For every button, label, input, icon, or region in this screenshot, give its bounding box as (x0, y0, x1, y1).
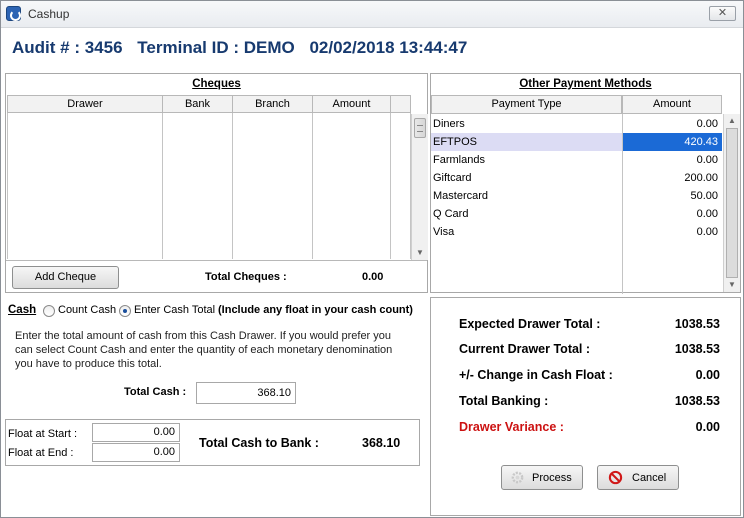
float-end-label: Float at End : (8, 447, 74, 459)
cash-to-bank-label: Total Cash to Bank : (199, 436, 319, 450)
cash-instructions: Enter the total amount of cash from this… (15, 329, 392, 371)
process-label: Process (532, 472, 572, 484)
column-header-drawer[interactable]: Drawer (7, 95, 163, 113)
column-header-amount[interactable]: Amount (312, 95, 391, 113)
column-header-payment-type[interactable]: Payment Type (431, 95, 622, 114)
scroll-down-icon[interactable]: ▼ (724, 278, 740, 292)
cancel-button[interactable]: Cancel (597, 465, 679, 490)
enter-cash-total-label[interactable]: Enter Cash Total (134, 304, 215, 316)
column-header-bank[interactable]: Bank (162, 95, 233, 113)
drawer-variance-value: 0.00 (695, 420, 720, 434)
payment-row-visa[interactable]: Visa 0.00 (431, 223, 722, 241)
cheques-table[interactable]: Drawer Bank Branch Amount (7, 95, 411, 259)
instruction-line: Enter the total amount of cash from this… (15, 330, 392, 342)
payment-type: Diners (433, 118, 465, 130)
current-drawer-total-value: 1038.53 (674, 342, 720, 356)
payment-type: Mastercard (433, 190, 489, 202)
payment-type: Visa (433, 226, 455, 238)
total-cash-input[interactable]: 368.10 (196, 382, 296, 404)
scroll-down-icon[interactable]: ▼ (412, 246, 428, 260)
payment-amount: 0.00 (696, 154, 718, 166)
column-header-spacer (390, 95, 411, 113)
change-in-float-value: 0.00 (695, 368, 720, 382)
payment-type: Giftcard (433, 172, 472, 184)
payment-amount: 0.00 (696, 208, 718, 220)
payment-amount: 0.00 (696, 226, 718, 238)
table-cell[interactable] (232, 112, 313, 259)
payments-scrollbar[interactable]: ▲ ▼ (723, 114, 740, 292)
window-title: Cashup (28, 7, 70, 21)
table-cell[interactable] (312, 112, 391, 259)
cash-label: Cash (8, 304, 37, 316)
column-header-branch[interactable]: Branch (232, 95, 313, 113)
drawer-variance-label: Drawer Variance : (459, 420, 564, 434)
payment-row-q-card[interactable]: Q Card 0.00 (431, 205, 722, 223)
payment-row-mastercard[interactable]: Mastercard 50.00 (431, 187, 722, 205)
float-panel: Float at Start : 0.00 Float at End : 0.0… (5, 419, 420, 466)
close-button[interactable]: ✕ (709, 6, 736, 21)
payment-row-diners[interactable]: Diners 0.00 (431, 115, 722, 133)
scroll-thumb[interactable] (414, 118, 426, 138)
payment-row-farmlands[interactable]: Farmlands 0.00 (431, 151, 722, 169)
cheques-scrollbar[interactable]: ▲ ▼ (411, 114, 428, 260)
cashup-window: Cashup ✕ Audit # : 3456 Terminal ID : DE… (0, 0, 744, 518)
float-start-input[interactable]: 0.00 (92, 423, 180, 442)
other-payments-title: Other Payment Methods (519, 78, 652, 90)
table-cell[interactable] (7, 112, 163, 259)
audit-datetime: 02/02/2018 13:44:47 (309, 38, 468, 57)
terminal-id: Terminal ID : DEMO (137, 38, 295, 57)
instruction-line: can select Count Cash and enter the quan… (15, 344, 393, 356)
scroll-thumb[interactable] (726, 128, 738, 278)
total-banking-value: 1038.53 (674, 394, 720, 408)
float-end-input[interactable]: 0.00 (92, 443, 180, 462)
column-header-amount[interactable]: Amount (622, 95, 722, 114)
expected-drawer-total-value: 1038.53 (674, 317, 720, 331)
count-cash-label[interactable]: Count Cash (58, 304, 116, 316)
table-cell (390, 112, 411, 259)
other-payments-panel: Other Payment Methods Payment Type Amoun… (430, 73, 741, 294)
change-in-float-label: +/- Change in Cash Float : (459, 368, 613, 382)
cancel-label: Cancel (632, 472, 667, 484)
payment-type: Q Card (433, 208, 469, 220)
payment-row-giftcard[interactable]: Giftcard 200.00 (431, 169, 722, 187)
divider (6, 260, 427, 261)
payment-amount: 50.00 (690, 190, 718, 202)
total-banking-label: Total Banking : (459, 394, 549, 408)
scroll-up-icon[interactable]: ▲ (724, 114, 740, 128)
expected-drawer-total-label: Expected Drawer Total : (459, 317, 601, 331)
title-bar[interactable]: Cashup ✕ (1, 1, 743, 28)
cash-to-bank-value: 368.10 (362, 436, 401, 450)
cheques-panel: Cheques Drawer Bank Branch Amount ▲ ▼ A (5, 73, 428, 293)
cheques-title: Cheques (192, 78, 241, 90)
total-cash-label: Total Cash : (124, 386, 187, 398)
table-cell[interactable] (162, 112, 233, 259)
power-icon (6, 6, 21, 21)
audit-header: Audit # : 3456 Terminal ID : DEMO 02/02/… (12, 38, 477, 58)
payment-amount: 200.00 (684, 172, 718, 184)
summary-panel: Expected Drawer Total : 1038.53 Current … (430, 297, 741, 516)
enter-cash-total-radio[interactable] (119, 305, 131, 317)
current-drawer-total-label: Current Drawer Total : (459, 342, 591, 356)
add-cheque-button[interactable]: Add Cheque (12, 266, 119, 289)
total-cheques-label: Total Cheques : (205, 271, 287, 283)
no-entry-icon (608, 470, 623, 485)
count-cash-radio[interactable] (43, 305, 55, 317)
payment-type: EFTPOS (433, 136, 478, 148)
payment-type: Farmlands (433, 154, 485, 166)
float-start-label: Float at Start : (8, 428, 78, 440)
payment-amount: 0.00 (696, 118, 718, 130)
audit-number: Audit # : 3456 (12, 38, 123, 57)
float-note: (Include any float in your cash count) (218, 304, 413, 316)
payment-row-eftpos[interactable]: EFTPOS 420.43 (431, 133, 722, 151)
payment-amount[interactable]: 420.43 (684, 136, 718, 148)
gear-icon (510, 470, 525, 485)
process-button[interactable]: Process (501, 465, 583, 490)
total-cheques-value: 0.00 (362, 271, 384, 283)
instruction-line: you have to produce this total. (15, 358, 162, 370)
